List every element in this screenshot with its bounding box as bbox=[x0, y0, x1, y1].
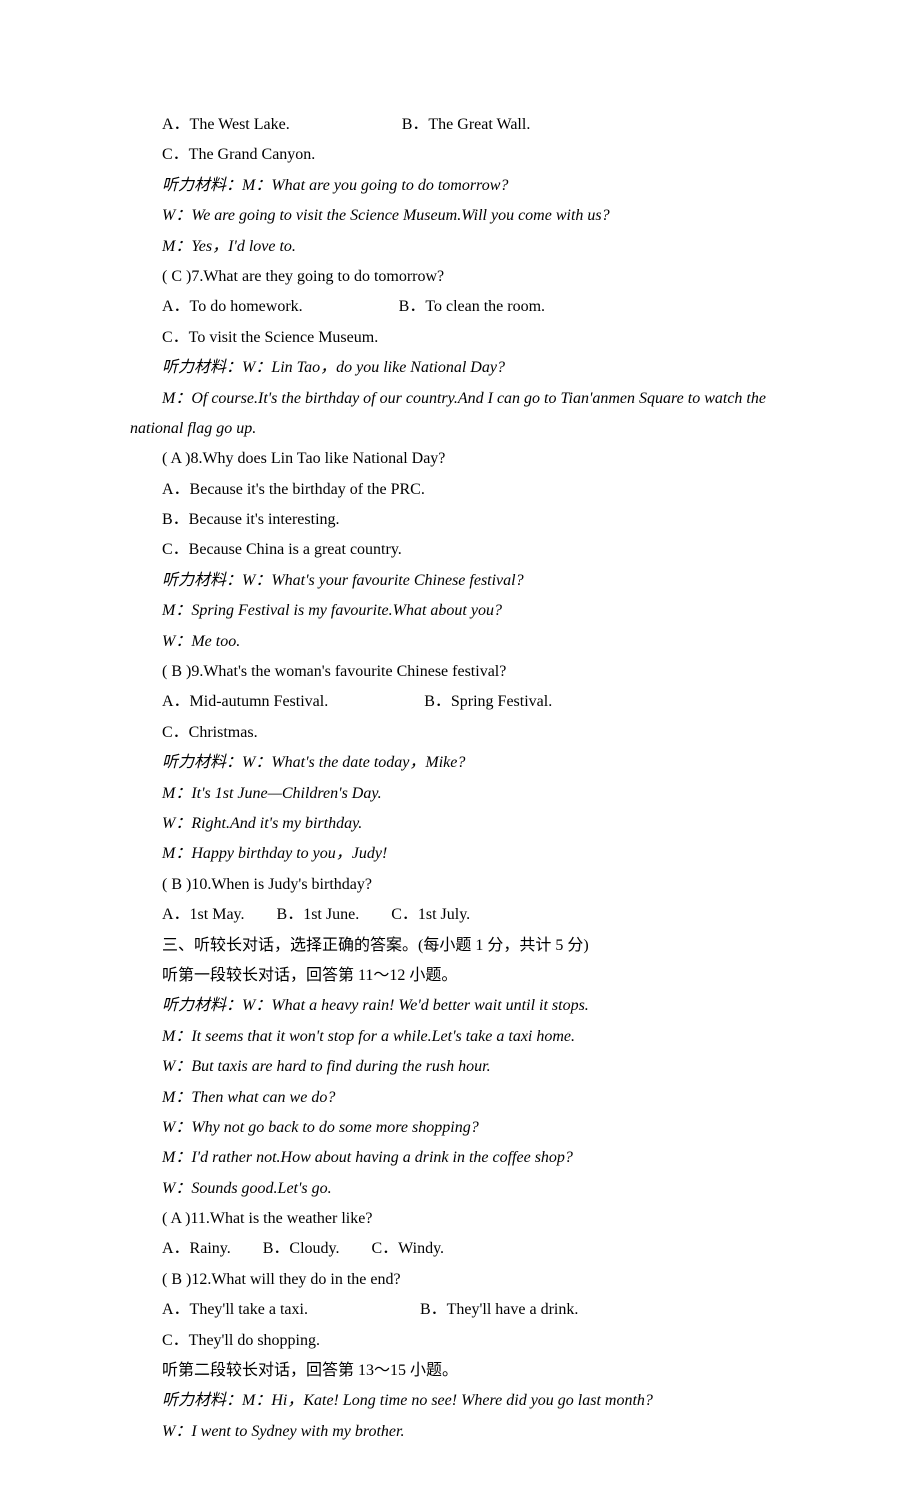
text-line: A．Mid-autumn Festival. B．Spring Festival… bbox=[130, 687, 790, 717]
text-line: ( B )10.When is Judy's birthday? bbox=[130, 870, 790, 900]
text-line: M：It seems that it won't stop for a whil… bbox=[130, 1022, 790, 1052]
text-line: C．To visit the Science Museum. bbox=[130, 323, 790, 353]
text-line: ( C )7.What are they going to do tomorro… bbox=[130, 262, 790, 292]
text-line: 听力材料：M：What are you going to do tomorrow… bbox=[130, 171, 790, 201]
text-line: M：Happy birthday to you，Judy! bbox=[130, 839, 790, 869]
text-line: ( A )8.Why does Lin Tao like National Da… bbox=[130, 444, 790, 474]
text-line: M：Of course.It's the birthday of our cou… bbox=[98, 384, 790, 445]
text-line: 听力材料：W：What's your favourite Chinese fes… bbox=[130, 566, 790, 596]
text-line: W：But taxis are hard to find during the … bbox=[130, 1052, 790, 1082]
text-line: ( B )12.What will they do in the end? bbox=[130, 1265, 790, 1295]
text-line: W：Me too. bbox=[130, 627, 790, 657]
text-line: C．They'll do shopping. bbox=[130, 1326, 790, 1356]
text-line: W：We are going to visit the Science Muse… bbox=[130, 201, 790, 231]
text-line: ( B )9.What's the woman's favourite Chin… bbox=[130, 657, 790, 687]
text-line: M：Then what can we do? bbox=[130, 1083, 790, 1113]
text-line: C．Because China is a great country. bbox=[130, 535, 790, 565]
text-line: A．Rainy. B．Cloudy. C．Windy. bbox=[130, 1234, 790, 1264]
text-line: A．Because it's the birthday of the PRC. bbox=[130, 475, 790, 505]
text-line: C．The Grand Canyon. bbox=[130, 140, 790, 170]
text-line: M：It's 1st June—Children's Day. bbox=[130, 779, 790, 809]
text-line: 听力材料：W：What's the date today，Mike? bbox=[130, 748, 790, 778]
text-line: B．Because it's interesting. bbox=[130, 505, 790, 535]
text-line: W：Right.And it's my birthday. bbox=[130, 809, 790, 839]
text-line: W：Why not go back to do some more shoppi… bbox=[130, 1113, 790, 1143]
text-line: A．They'll take a taxi. B．They'll have a … bbox=[130, 1295, 790, 1325]
text-line: 听第一段较长对话，回答第 11～12 小题。 bbox=[130, 961, 790, 991]
text-line: M：Spring Festival is my favourite.What a… bbox=[130, 596, 790, 626]
text-line: W：I went to Sydney with my brother. bbox=[130, 1417, 790, 1447]
document-page: A．The West Lake. B．The Great Wall.C．The … bbox=[0, 0, 920, 1507]
text-line: ( A )11.What is the weather like? bbox=[130, 1204, 790, 1234]
text-line: A．To do homework. B．To clean the room. bbox=[130, 292, 790, 322]
text-line: A．The West Lake. B．The Great Wall. bbox=[130, 110, 790, 140]
text-line: 听第二段较长对话，回答第 13～15 小题。 bbox=[130, 1356, 790, 1386]
text-line: A．1st May. B．1st June. C．1st July. bbox=[130, 900, 790, 930]
text-line: 听力材料：M：Hi，Kate! Long time no see! Where … bbox=[130, 1386, 790, 1416]
text-line: 三、听较长对话，选择正确的答案。(每小题 1 分，共计 5 分) bbox=[130, 931, 790, 961]
text-line: 听力材料：W：What a heavy rain! We'd better wa… bbox=[130, 991, 790, 1021]
text-line: W：Sounds good.Let's go. bbox=[130, 1174, 790, 1204]
text-line: M：Yes，I'd love to. bbox=[130, 232, 790, 262]
text-line: 听力材料：W：Lin Tao，do you like National Day? bbox=[130, 353, 790, 383]
text-line: M：I'd rather not.How about having a drin… bbox=[130, 1143, 790, 1173]
text-line: C．Christmas. bbox=[130, 718, 790, 748]
